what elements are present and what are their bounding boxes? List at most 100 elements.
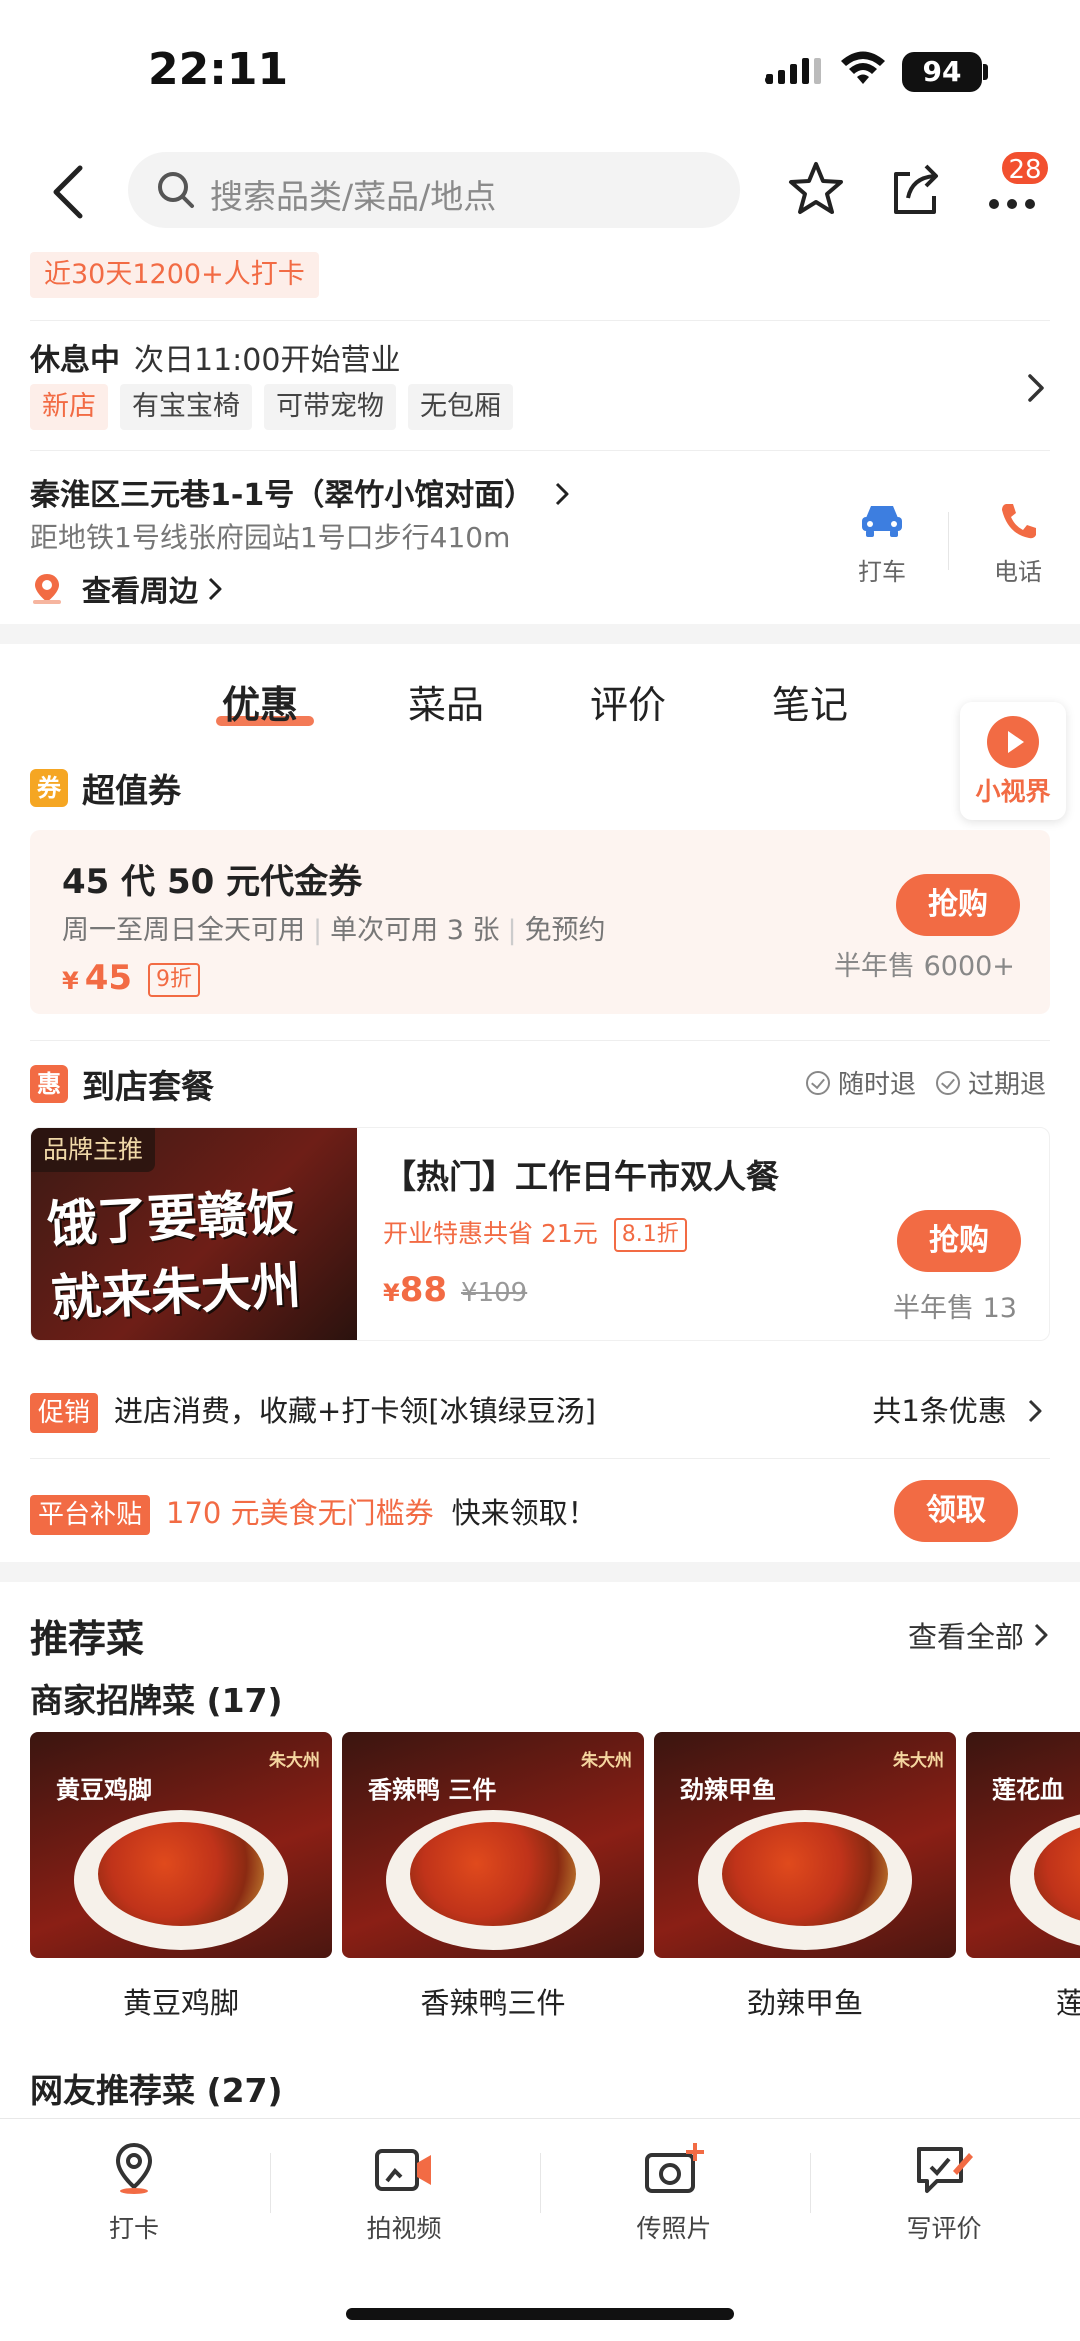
mini-world-label: 小视界 bbox=[975, 777, 1051, 806]
dish-card[interactable]: 香辣鸭 三件 朱大州 香辣鸭三件 bbox=[342, 1732, 644, 2022]
tag-pets-allowed: 可带宠物 bbox=[264, 384, 396, 430]
tab-dishes[interactable]: 菜品 bbox=[408, 674, 484, 729]
location-pin-icon bbox=[33, 574, 61, 604]
see-all-label: 查看全部 bbox=[907, 1620, 1024, 1654]
store-address[interactable]: 秦淮区三元巷1-1号（翠竹小馆对面） bbox=[30, 470, 571, 514]
netizen-dishes-title: 网友推荐菜 (27) bbox=[30, 2071, 283, 2110]
divider bbox=[30, 1458, 1050, 1459]
dish-image-label: 香辣鸭 三件 bbox=[368, 1775, 497, 1804]
refund-anytime: 随时退 bbox=[806, 1064, 916, 1101]
check-circle-icon bbox=[806, 1070, 830, 1095]
voucher-section-title: 超值券 bbox=[82, 771, 181, 810]
edit-review-icon bbox=[917, 2147, 973, 2193]
dish-image: 黄豆鸡脚 朱大州 bbox=[30, 1732, 332, 1958]
set-meal-buy-button[interactable]: 抢购 bbox=[897, 1210, 1021, 1272]
set-meal-price: ¥88 ¥109 bbox=[383, 1270, 527, 1310]
dish-card[interactable]: 莲花血 莲 bbox=[966, 1732, 1080, 2022]
battery-indicator: 94 bbox=[902, 52, 982, 92]
see-all-link[interactable]: 查看全部 bbox=[908, 1614, 1050, 1656]
chevron-right-icon bbox=[1034, 1623, 1048, 1647]
battery-tip bbox=[983, 64, 988, 80]
chevron-right-icon bbox=[208, 577, 222, 601]
voucher-sold-count: 半年售 6000+ bbox=[834, 951, 1015, 982]
notification-badge: 28 bbox=[1000, 150, 1050, 186]
divider bbox=[30, 1040, 1050, 1041]
nav-bar: 搜索品类/菜品/地点 28 bbox=[0, 150, 1080, 230]
tab-deals[interactable]: 优惠 bbox=[222, 674, 298, 729]
view-nearby-link[interactable]: 查看周边 bbox=[30, 568, 224, 610]
business-status: 休息中 bbox=[30, 343, 120, 378]
dish-image-label: 莲花血 bbox=[992, 1775, 1064, 1804]
dish-name: 莲 bbox=[1056, 1986, 1080, 2020]
voucher-buy-button[interactable]: 抢购 bbox=[896, 874, 1020, 936]
status-time: 22:11 bbox=[148, 44, 289, 95]
voucher-card[interactable]: 45 代 50 元代金券 周一至周日全天可用 | 单次可用 3 张 | 免预约 ¥45 9… bbox=[30, 830, 1050, 1014]
brand-logo: 朱大州 bbox=[269, 1751, 320, 1771]
search-icon bbox=[158, 172, 194, 208]
write-review-label: 写评价 bbox=[906, 2214, 982, 2243]
write-review-button[interactable]: 写评价 bbox=[864, 2141, 1024, 2245]
divider bbox=[30, 450, 1050, 451]
subsidy-text: 快来领取！ bbox=[451, 1496, 597, 1530]
brand-logo: 朱大州 bbox=[893, 1751, 944, 1771]
feature-tags: 新店 有宝宝椅 可带宠物 无包厢 bbox=[30, 384, 513, 430]
dish-image-label: 黄豆鸡脚 bbox=[56, 1775, 152, 1804]
voucher-term: 周一至周日全天可用 bbox=[62, 915, 305, 946]
set-meal-promo-text: 开业特惠共省 21元 bbox=[383, 1219, 598, 1248]
tag-new-store: 新店 bbox=[30, 384, 108, 430]
taxi-button[interactable]: 打车 bbox=[832, 500, 932, 587]
checkin-label: 打卡 bbox=[108, 2214, 159, 2243]
subsidy-highlight: 170 元美食无门槛券 bbox=[166, 1496, 434, 1530]
brand-logo: 朱大州 bbox=[581, 1751, 632, 1771]
phone-button[interactable]: 电话 bbox=[968, 500, 1068, 587]
claim-coupon-button[interactable]: 领取 bbox=[894, 1480, 1018, 1542]
section-tabs: 优惠 菜品 评价 笔记 bbox=[0, 660, 1080, 750]
record-video-button[interactable]: 拍视频 bbox=[324, 2141, 484, 2245]
upload-photo-label: 传照片 bbox=[636, 2214, 712, 2243]
set-meal-image-text: 饿了要赣饭 就来朱大州 bbox=[45, 1181, 303, 1328]
search-input[interactable]: 搜索品类/菜品/地点 bbox=[128, 152, 740, 228]
promotion-row[interactable]: 促销 进店消费，收藏+打卡领[冰镇绿豆汤] 共1条优惠 bbox=[30, 1388, 1050, 1433]
mini-world-button[interactable]: 小视界 bbox=[960, 702, 1066, 820]
taxi-label: 打车 bbox=[858, 558, 906, 586]
promotion-pill: 促销 bbox=[30, 1393, 99, 1433]
promotion-count: 共1条优惠 bbox=[872, 1388, 1044, 1430]
currency-symbol: ¥ bbox=[383, 1279, 400, 1307]
voucher-section-header: 券 超值券 bbox=[30, 764, 181, 812]
divider bbox=[948, 512, 949, 570]
divider bbox=[540, 2153, 541, 2213]
chevron-right-icon[interactable] bbox=[1026, 372, 1046, 404]
business-hours[interactable]: 休息中 次日11:00开始营业 bbox=[30, 335, 400, 379]
set-meal-price-value: 88 bbox=[399, 1270, 448, 1310]
promotion-text: 进店消费，收藏+打卡领[冰镇绿豆汤] bbox=[114, 1394, 596, 1428]
refund-expired-label: 过期退 bbox=[968, 1070, 1047, 1100]
tag-no-private-room: 无包厢 bbox=[408, 384, 513, 430]
checkin-banner: 近30天1200+人打卡 bbox=[30, 252, 319, 298]
dish-image: 香辣鸭 三件 朱大州 bbox=[342, 1732, 644, 1958]
play-icon bbox=[987, 716, 1039, 768]
refund-anytime-label: 随时退 bbox=[838, 1070, 917, 1100]
voucher-term: 单次可用 3 张 bbox=[330, 915, 500, 946]
set-meal-section-title: 到店套餐 bbox=[82, 1067, 214, 1106]
back-arrow-icon[interactable] bbox=[44, 162, 96, 222]
divider bbox=[270, 2153, 271, 2213]
voucher-term: 免预约 bbox=[524, 915, 606, 946]
voucher-title: 45 代 50 元代金券 bbox=[62, 862, 363, 902]
favorite-star-icon[interactable] bbox=[786, 160, 846, 218]
tab-notes[interactable]: 笔记 bbox=[772, 674, 848, 729]
dish-name: 劲辣甲鱼 bbox=[746, 1986, 863, 2020]
dish-card[interactable]: 黄豆鸡脚 朱大州 黄豆鸡脚 bbox=[30, 1732, 332, 2022]
location-pin-icon bbox=[115, 2142, 153, 2194]
share-icon[interactable] bbox=[888, 160, 944, 218]
tab-reviews[interactable]: 评价 bbox=[590, 674, 666, 729]
dish-image: 劲辣甲鱼 朱大州 bbox=[654, 1732, 956, 1958]
checkin-button[interactable]: 打卡 bbox=[54, 2141, 214, 2245]
dish-name: 黄豆鸡脚 bbox=[122, 1986, 239, 2020]
chevron-right-icon bbox=[555, 482, 569, 506]
subway-distance: 距地铁1号线张府园站1号口步行410m bbox=[30, 521, 511, 554]
dish-card[interactable]: 劲辣甲鱼 朱大州 劲辣甲鱼 bbox=[654, 1732, 956, 2022]
discount-badge: 9折 bbox=[148, 962, 201, 997]
upload-photo-button[interactable]: 传照片 bbox=[594, 2141, 754, 2245]
set-meal-card[interactable]: 饿了要赣饭 就来朱大州 品牌主推 【热门】工作日午市双人餐 开业特惠共省 21元… bbox=[30, 1127, 1050, 1341]
subsidy-pill: 平台补贴 bbox=[30, 1495, 151, 1535]
